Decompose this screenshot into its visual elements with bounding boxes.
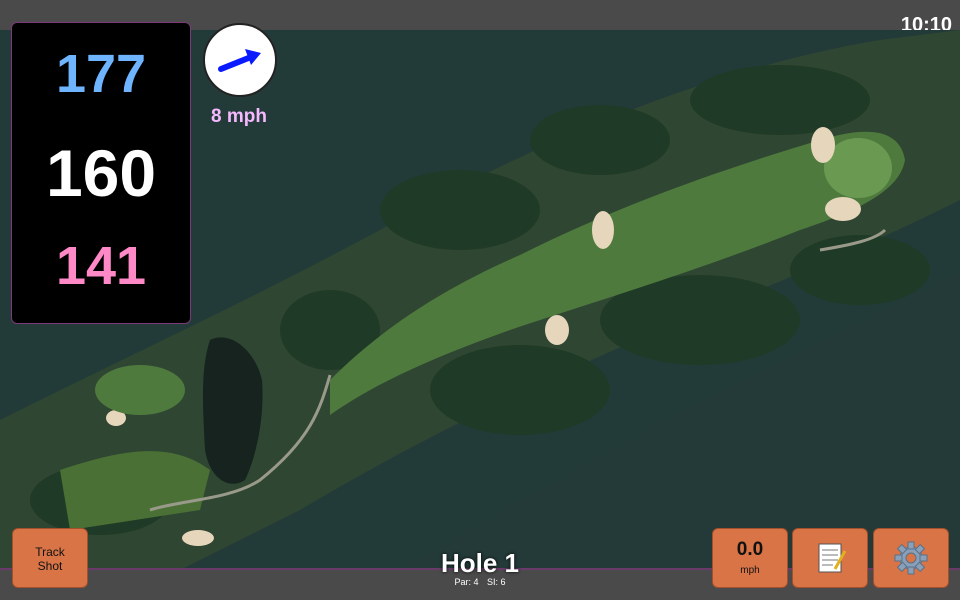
middle-distance: 160	[45, 136, 157, 210]
track-shot-label-line1: Track	[35, 545, 65, 559]
front-distance: 141	[55, 236, 147, 296]
hole-title: Hole 1	[440, 548, 520, 578]
speed-button[interactable]: 0.0 mph	[712, 528, 788, 588]
hole-stroke-index: SI: 6	[487, 577, 506, 587]
track-shot-button[interactable]: Track Shot	[12, 528, 88, 588]
distance-panel: 177 160 141	[11, 22, 191, 324]
speed-value: 0.0	[736, 539, 764, 560]
back-distance: 177	[55, 44, 147, 104]
settings-button[interactable]	[873, 528, 949, 588]
gear-icon	[894, 541, 928, 575]
track-shot-label-line2: Shot	[37, 559, 63, 573]
notepad-icon	[818, 543, 847, 573]
wind-arrow-icon	[218, 49, 261, 72]
hole-info: Par: 4 SI: 6	[380, 577, 580, 587]
speed-unit: mph	[740, 565, 760, 576]
notes-button[interactable]	[792, 528, 868, 588]
wind-indicator	[203, 23, 277, 97]
wind-speed: 8 mph	[211, 106, 267, 127]
hole-par: Par: 4	[454, 577, 479, 587]
